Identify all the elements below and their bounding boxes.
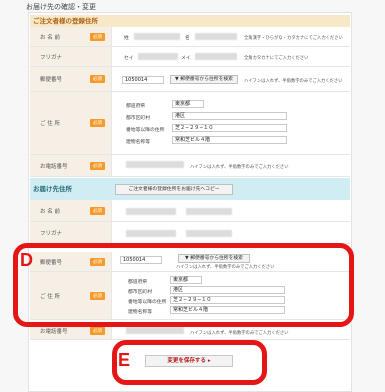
- section-header-registered: ご注文者様の登録住所: [30, 15, 350, 27]
- zip-label-cell: 郵便番号 必須: [30, 67, 112, 91]
- phone-hint: ハイフンは入れず、半角数字のみでご入力ください: [190, 165, 289, 170]
- zip-hint: ハイフンは入れず、半角数字のみでご入力ください: [244, 79, 343, 84]
- address-row: ご 住 所 必須 都道府県 東京都 都市区町村 港区 番地等以降の住所 芝２−２９…: [30, 92, 350, 155]
- name-label-cell: お 名 前 必須: [30, 27, 112, 46]
- street-input[interactable]: 芝２−２９−１０: [172, 124, 287, 132]
- address-label: ご 住 所: [40, 121, 60, 127]
- annotation-d-box: [13, 243, 354, 327]
- city-label: 都市区町村: [126, 116, 150, 121]
- required-badge: 必須: [90, 32, 105, 41]
- delivery-mei-input[interactable]: [186, 208, 232, 215]
- name-label: お 名 前: [40, 34, 60, 41]
- delivery-phone-hint: ハイフンは入れず、半角数字のみでご入力ください: [190, 331, 289, 336]
- phone-input[interactable]: [126, 161, 184, 168]
- mei-kana-label: メイ: [181, 56, 191, 61]
- page-title: お届け先の確認・変更: [26, 3, 96, 11]
- delivery-kana-label-cell: フリガナ: [30, 222, 112, 243]
- required-badge: 必須: [90, 206, 105, 215]
- delivery-sei-input[interactable]: [126, 208, 176, 215]
- sei-input[interactable]: [134, 33, 180, 40]
- annotation-e-label: E: [118, 350, 131, 370]
- required-badge: 必須: [90, 326, 105, 335]
- save-changes-button[interactable]: 変更を保存する ▸: [145, 355, 233, 367]
- sei-kana-input[interactable]: [138, 53, 178, 60]
- mei-kana-input[interactable]: [195, 53, 237, 60]
- sei-kana-label: セイ: [124, 56, 134, 61]
- kana-label-cell: フリガナ: [30, 47, 112, 66]
- copy-address-button[interactable]: ご注文者様の登録住所をお届け先へコピー: [115, 184, 233, 195]
- zip-row: 郵便番号 必須 1050014 ▼ 郵便番号から住所を検索 ハイフンは入れず、半角…: [30, 67, 350, 92]
- delivery-name-label: お 名 前: [40, 208, 60, 215]
- kana-hint: 全角カタカナにてご入力ください: [244, 56, 309, 61]
- name-row: お 名 前 必須 姓 名 全角漢字・ひらがな・カタカナにてご入力ください: [30, 27, 350, 47]
- delivery-phone-input[interactable]: [126, 327, 184, 334]
- delivery-name-row: お 名 前 必須: [30, 200, 350, 222]
- kana-row: フリガナ セイ メイ 全角カタカナにてご入力ください: [30, 47, 350, 67]
- building-input[interactable]: 常和芝ビル４階: [172, 136, 287, 144]
- building-label: 建物名称等: [126, 140, 150, 145]
- delivery-kana-row: フリガナ: [30, 222, 350, 244]
- required-badge: 必須: [90, 161, 105, 170]
- zip-label: 郵便番号: [40, 77, 63, 83]
- kana-label: フリガナ: [40, 54, 63, 61]
- name-hint: 全角漢字・ひらがな・カタカナにてご入力ください: [244, 36, 343, 41]
- mei-input[interactable]: [195, 33, 237, 40]
- required-badge: 必須: [90, 119, 105, 127]
- address-label-cell: ご 住 所 必須: [30, 92, 112, 154]
- street-label: 番地等以降の住所: [126, 128, 165, 133]
- delivery-name-label-cell: お 名 前 必須: [30, 200, 112, 221]
- pref-select[interactable]: 東京都: [172, 100, 204, 108]
- zip-input[interactable]: 1050014: [122, 76, 164, 84]
- delivery-mei-kana-input[interactable]: [186, 230, 232, 237]
- phone-label-cell: お電話番号 必須: [30, 155, 112, 176]
- sei-label: 姓: [124, 36, 129, 41]
- delivery-kana-label: フリガナ: [40, 230, 63, 237]
- pref-label: 都道府県: [126, 104, 146, 109]
- phone-label: お電話番号: [40, 163, 68, 170]
- page: お届け先の確認・変更 ご注文者様の登録住所 お 名 前必須 姓 名 全角漢字・ひ…: [0, 0, 385, 392]
- delivery-phone-label: お電話番号: [40, 328, 68, 335]
- required-badge: 必須: [90, 75, 105, 83]
- city-input[interactable]: 港区: [172, 112, 287, 120]
- delivery-sei-kana-input[interactable]: [126, 230, 176, 237]
- annotation-d-label: D: [20, 250, 33, 270]
- zip-search-button[interactable]: ▼ 郵便番号から住所を検索: [170, 75, 238, 84]
- phone-row: お電話番号 必須 ハイフンは入れず、半角数字のみでご入力ください: [30, 155, 350, 177]
- mei-label: 名: [185, 36, 190, 41]
